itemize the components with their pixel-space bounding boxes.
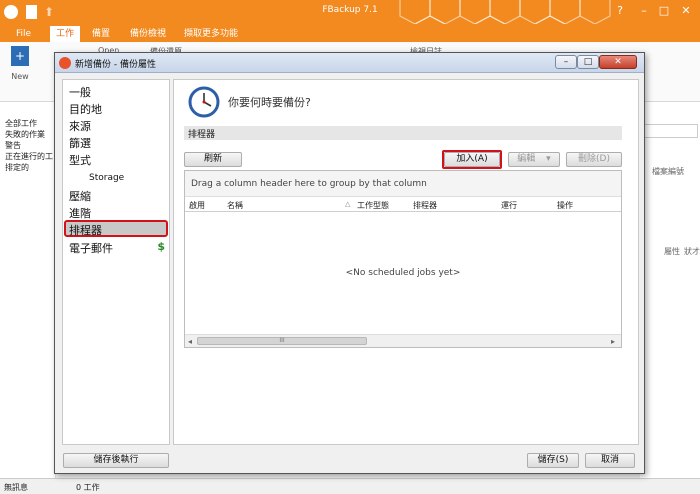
status-bar: 無訊息 0 工作: [0, 478, 700, 494]
help-icon[interactable]: ?: [612, 3, 628, 19]
edit-button[interactable]: 編輯 ▾: [508, 152, 560, 167]
nav-item-compression[interactable]: 壓縮: [69, 188, 91, 204]
job-count: 0 工作: [76, 483, 100, 492]
add-button[interactable]: 加入(A): [444, 152, 500, 167]
backup-properties-dialog: 新增備份 - 備份屬性 – □ ✕ 一般 目的地 來源 篩選 型式 Storag…: [54, 52, 645, 474]
nav-item-email[interactable]: 電子郵件: [69, 240, 113, 256]
nav-item-scheduler-label: 排程器: [69, 224, 102, 237]
new-button[interactable]: + New: [6, 46, 34, 81]
close-button[interactable]: ✕: [678, 3, 694, 19]
scroll-right-icon[interactable]: ▸: [611, 337, 615, 346]
cancel-button[interactable]: 取消: [585, 453, 635, 468]
tab-backup-view[interactable]: 備份檢視: [124, 26, 172, 42]
edit-button-label: 編輯: [517, 154, 536, 164]
tab-file[interactable]: File: [10, 26, 37, 42]
dialog-titlebar: 新增備份 - 備份屬性 – □ ✕: [55, 53, 644, 73]
list-item[interactable]: 警告: [0, 140, 55, 151]
app-titlebar: ⬆ FBackup 7.1 ? – □ ✕: [0, 0, 700, 24]
save-button[interactable]: 儲存(S): [527, 453, 579, 468]
nav-item-type[interactable]: 型式: [69, 152, 91, 168]
dialog-maximize-button[interactable]: □: [577, 55, 599, 69]
dialog-title: 新增備份 - 備份屬性: [75, 60, 156, 70]
nav-item-sources[interactable]: 來源: [69, 118, 91, 134]
scroll-left-icon[interactable]: ◂: [188, 337, 192, 346]
minimize-button[interactable]: –: [636, 3, 652, 19]
new-job-icon: +: [11, 46, 29, 66]
chevron-down-icon: ▾: [546, 154, 551, 164]
group-hint-text: Drag a column header here to group by th…: [191, 179, 427, 189]
right-panel: 檔案編號 屬性 狀才: [640, 102, 700, 478]
scrollbar-thumb[interactable]: III: [197, 337, 367, 345]
dialog-close-button[interactable]: ✕: [599, 55, 637, 69]
sort-icon: △: [345, 200, 351, 208]
nav-item-filters[interactable]: 篩選: [69, 135, 91, 151]
new-button-label: New: [11, 72, 29, 81]
nav-item-scheduler[interactable]: 排程器: [64, 220, 168, 237]
page-title: 你要何時要備份?: [228, 96, 311, 109]
scheduler-grid: Drag a column header here to group by th…: [184, 170, 622, 348]
section-title: 排程器: [188, 130, 216, 140]
scheduler-panel: 你要何時要備份? 排程器 刷新 加入(A) 編輯 ▾ 刪除(D) Drag a …: [173, 79, 639, 445]
column-header-run[interactable]: 運行: [501, 200, 517, 211]
nav-item-advanced[interactable]: 進階: [69, 205, 91, 221]
group-by-panel[interactable]: Drag a column header here to group by th…: [185, 171, 621, 197]
column-header-actions[interactable]: 操作: [557, 200, 573, 211]
tab-jobs[interactable]: 工作: [50, 26, 81, 42]
column-header-scheduler[interactable]: 排程器: [413, 200, 437, 211]
fbackup-logo-icon: [59, 57, 71, 69]
delete-button[interactable]: 刪除(D): [566, 152, 622, 167]
column-header-job-type[interactable]: 工作型態: [357, 200, 389, 211]
dialog-footer: 儲存後執行 儲存(S) 取消: [55, 449, 644, 473]
maximize-button[interactable]: □: [656, 3, 672, 19]
tab-settings[interactable]: 備置: [86, 26, 116, 42]
empty-state-message: <No scheduled jobs yet>: [345, 268, 461, 278]
save-and-run-button[interactable]: 儲存後執行: [63, 453, 169, 468]
dialog-minimize-button[interactable]: –: [555, 55, 577, 69]
refresh-button[interactable]: 刷新: [184, 152, 242, 167]
search-field[interactable]: [642, 124, 698, 138]
status-message: 無訊息: [4, 483, 28, 492]
grid-header: 啟用 名稱 △ 工作型態 排程器 運行 操作: [185, 198, 621, 212]
tab-more-features[interactable]: 擷取更多功能: [178, 26, 244, 42]
settings-nav: 一般 目的地 來源 篩選 型式 Storage 壓縮 進階 排程器 電子郵件 $: [62, 79, 170, 445]
ribbon-tabs: File 工作 備置 備份檢視 擷取更多功能: [0, 24, 700, 42]
list-item[interactable]: 排定的: [0, 162, 55, 173]
nav-item-destination[interactable]: 目的地: [69, 101, 102, 117]
job-filter-list: 全部工作 失敗的作業 警告 正在進行的工 排定的: [0, 102, 56, 478]
list-item[interactable]: 正在進行的工: [0, 151, 55, 162]
nav-item-storage[interactable]: Storage: [89, 173, 124, 183]
list-item[interactable]: 全部工作: [0, 118, 55, 129]
horizontal-scrollbar[interactable]: ◂ III ▸: [185, 334, 621, 347]
column-header-status[interactable]: 狀才: [684, 246, 700, 257]
column-header-name[interactable]: 名稱: [227, 200, 243, 211]
app-title: FBackup 7.1: [322, 5, 378, 15]
column-header-attributes[interactable]: 屬性: [664, 246, 680, 257]
clock-icon: [188, 86, 220, 118]
dollar-icon: $: [157, 240, 165, 253]
section-header: 排程器: [184, 126, 622, 140]
nav-item-general[interactable]: 一般: [69, 84, 91, 100]
column-header-file-number[interactable]: 檔案編號: [652, 166, 684, 177]
list-item[interactable]: 失敗的作業: [0, 129, 55, 140]
column-header-enabled[interactable]: 啟用: [189, 200, 205, 211]
